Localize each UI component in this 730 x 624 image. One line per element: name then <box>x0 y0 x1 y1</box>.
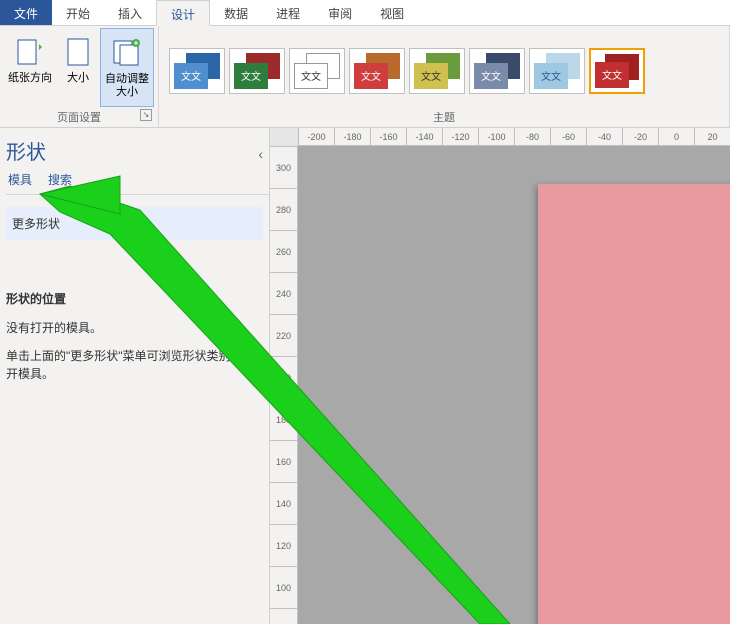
orientation-icon <box>14 32 46 70</box>
orientation-label: 纸张方向 <box>8 72 52 85</box>
v-ruler-tick: 180 <box>270 398 297 440</box>
theme-thumb-1[interactable]: 文文 <box>229 48 285 94</box>
horizontal-ruler: -200-180-160-140-120-100-80-60-40-200204… <box>298 128 730 146</box>
theme-thumb-5[interactable]: 文文 <box>469 48 525 94</box>
shapes-empty-line1: 没有打开的模具。 <box>6 319 269 337</box>
theme-thumb-text: 文文 <box>294 63 328 89</box>
size-label: 大小 <box>67 72 89 85</box>
h-ruler-tick: -80 <box>514 128 550 145</box>
v-ruler-tick: 160 <box>270 440 297 482</box>
size-icon <box>62 32 94 70</box>
theme-thumb-3[interactable]: 文文 <box>349 48 405 94</box>
v-ruler-tick: 100 <box>270 566 297 608</box>
h-ruler-tick: -40 <box>586 128 622 145</box>
theme-thumb-text: 文文 <box>174 63 208 89</box>
theme-thumb-0[interactable]: 文文 <box>169 48 225 94</box>
menu-tab-data[interactable]: 数据 <box>210 0 262 25</box>
h-ruler-tick: 20 <box>694 128 730 145</box>
menu-tab-review[interactable]: 审阅 <box>314 0 366 25</box>
orientation-button[interactable]: 纸张方向 <box>4 28 56 107</box>
collapse-pane-chevron[interactable]: ‹ <box>258 146 263 162</box>
main-area: 形状 ‹ 模具 搜索 更多形状 形状的位置 没有打开的模具。 单击上面的"更多形… <box>0 128 730 624</box>
shapes-tab-stencils[interactable]: 模具 <box>8 171 32 188</box>
shapes-pane-title: 形状 <box>6 136 46 171</box>
v-ruler-tick: 260 <box>270 230 297 272</box>
canvas-area: -200-180-160-140-120-100-80-60-40-200204… <box>270 128 730 624</box>
theme-thumb-text: 文文 <box>414 63 448 89</box>
theme-thumb-text: 文文 <box>234 63 268 89</box>
h-ruler-tick: -100 <box>478 128 514 145</box>
h-ruler-tick: -60 <box>550 128 586 145</box>
vertical-ruler: 30028026024022020018016014012010080 <box>270 146 298 624</box>
h-ruler-tick: -200 <box>298 128 334 145</box>
h-ruler-tick: -180 <box>334 128 370 145</box>
v-ruler-tick: 240 <box>270 272 297 314</box>
h-ruler-tick: -20 <box>622 128 658 145</box>
ribbon-group-themes: 文文文文文文文文文文文文文文文文 主题 <box>159 26 730 127</box>
menu-bar: 文件 开始 插入 设计 数据 进程 审阅 视图 <box>0 0 730 26</box>
menu-tab-file[interactable]: 文件 <box>0 0 52 25</box>
theme-thumb-text: 文文 <box>354 63 388 89</box>
autofit-label: 自动调整 大小 <box>105 73 149 99</box>
v-ruler-tick: 300 <box>270 146 297 188</box>
theme-thumb-2[interactable]: 文文 <box>289 48 345 94</box>
v-ruler-tick: 140 <box>270 482 297 524</box>
menu-tab-view[interactable]: 视图 <box>366 0 418 25</box>
page-setup-dialog-launcher[interactable]: ↘ <box>140 109 152 121</box>
v-ruler-tick: 120 <box>270 524 297 566</box>
shapes-location-heading: 形状的位置 <box>6 290 269 307</box>
themes-group-label: 主题 <box>433 112 455 124</box>
ribbon: 纸张方向 大小 自动调整 大小 页面设置 ↘ 文文文文文文文文文文文文文文文文 … <box>0 26 730 128</box>
page-background[interactable] <box>538 184 730 624</box>
h-ruler-tick: -120 <box>442 128 478 145</box>
page-setup-group-label: 页面设置 <box>57 112 101 124</box>
v-ruler-tick: 200 <box>270 356 297 398</box>
menu-tab-insert[interactable]: 插入 <box>104 0 156 25</box>
theme-thumb-text: 文文 <box>534 63 568 89</box>
autofit-icon <box>111 33 143 71</box>
size-button[interactable]: 大小 <box>58 28 98 107</box>
shapes-empty-line2: 单击上面的"更多形状"菜单可浏览形状类别并打开模具。 <box>6 347 269 383</box>
h-ruler-tick: -140 <box>406 128 442 145</box>
h-ruler-tick: 0 <box>658 128 694 145</box>
theme-thumb-7[interactable]: 文文 <box>589 48 645 94</box>
theme-thumb-text: 文文 <box>595 62 629 88</box>
v-ruler-tick: 220 <box>270 314 297 356</box>
ribbon-group-page-setup: 纸张方向 大小 自动调整 大小 页面设置 ↘ <box>0 26 159 127</box>
theme-thumb-6[interactable]: 文文 <box>529 48 585 94</box>
shapes-pane: 形状 ‹ 模具 搜索 更多形状 形状的位置 没有打开的模具。 单击上面的"更多形… <box>0 128 270 624</box>
menu-tab-home[interactable]: 开始 <box>52 0 104 25</box>
more-shapes-button[interactable]: 更多形状 <box>6 207 263 240</box>
theme-gallery: 文文文文文文文文文文文文文文文文 <box>163 28 725 107</box>
theme-thumb-text: 文文 <box>474 63 508 89</box>
v-ruler-tick: 280 <box>270 188 297 230</box>
v-ruler-tick: 80 <box>270 608 297 624</box>
shapes-tab-search[interactable]: 搜索 <box>48 171 72 188</box>
h-ruler-tick: -160 <box>370 128 406 145</box>
theme-thumb-4[interactable]: 文文 <box>409 48 465 94</box>
menu-tab-design[interactable]: 设计 <box>156 0 210 26</box>
menu-tab-process[interactable]: 进程 <box>262 0 314 25</box>
autofit-button[interactable]: 自动调整 大小 <box>100 28 154 107</box>
drawing-canvas[interactable] <box>298 146 730 624</box>
